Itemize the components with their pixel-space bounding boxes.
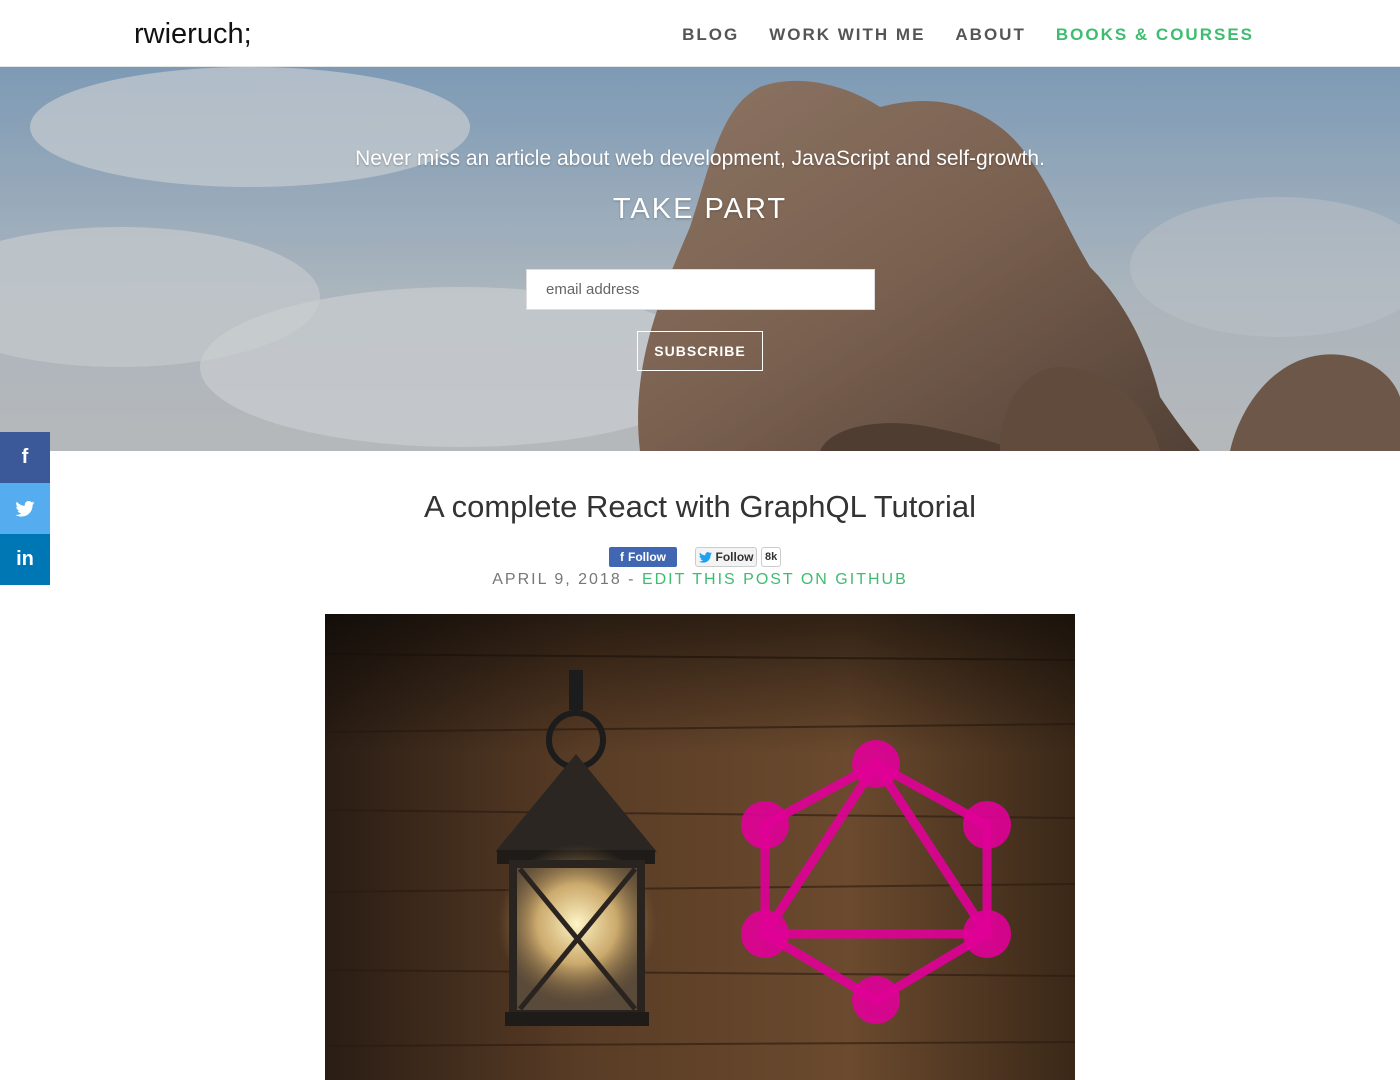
facebook-icon: f xyxy=(620,550,624,564)
edit-on-github-link[interactable]: EDIT THIS POST ON GITHUB xyxy=(642,571,908,588)
post-cover-image xyxy=(325,614,1075,1080)
post-meta: APRIL 9, 2018 - EDIT THIS POST ON GITHUB xyxy=(0,571,1400,589)
nav-blog[interactable]: BLOG xyxy=(682,25,739,45)
nav-books-courses[interactable]: BOOKS & COURSES xyxy=(1056,25,1254,45)
site-header: rwieruch; BLOG WORK WITH ME ABOUT BOOKS … xyxy=(0,0,1400,67)
facebook-icon: f xyxy=(21,446,29,468)
facebook-follow-button[interactable]: f Follow xyxy=(609,547,677,567)
twitter-follow-widget: Follow 8k xyxy=(695,547,782,567)
subscribe-button[interactable]: SUBSCRIBE xyxy=(637,331,763,371)
twitter-icon xyxy=(698,551,712,563)
site-logo[interactable]: rwieruch; xyxy=(134,18,252,51)
nav-about[interactable]: ABOUT xyxy=(955,25,1025,45)
nav-work-with-me[interactable]: WORK WITH ME xyxy=(769,25,925,45)
linkedin-icon: in xyxy=(16,548,34,570)
share-facebook-button[interactable]: f xyxy=(0,432,50,483)
email-input[interactable] xyxy=(526,269,875,310)
cover-illustration xyxy=(325,614,1075,1080)
hero-background-image xyxy=(0,67,1400,451)
post-date: APRIL 9, 2018 xyxy=(492,571,622,588)
twitter-follow-label: Follow xyxy=(715,550,754,564)
meta-separator: - xyxy=(621,571,642,588)
hero-title: TAKE PART xyxy=(612,193,788,225)
post-title: A complete React with GraphQL Tutorial xyxy=(424,489,976,524)
newsletter-hero: Never miss an article about web developm… xyxy=(0,67,1400,451)
twitter-follower-count: 8k xyxy=(761,547,782,567)
hero-tagline: Never miss an article about web developm… xyxy=(355,147,1045,170)
twitter-follow-button[interactable]: Follow xyxy=(695,547,757,567)
facebook-follow-label: Follow xyxy=(628,550,666,564)
main-nav: BLOG WORK WITH ME ABOUT BOOKS & COURSES xyxy=(652,25,1254,45)
follow-buttons: f Follow Follow 8k xyxy=(609,547,782,567)
